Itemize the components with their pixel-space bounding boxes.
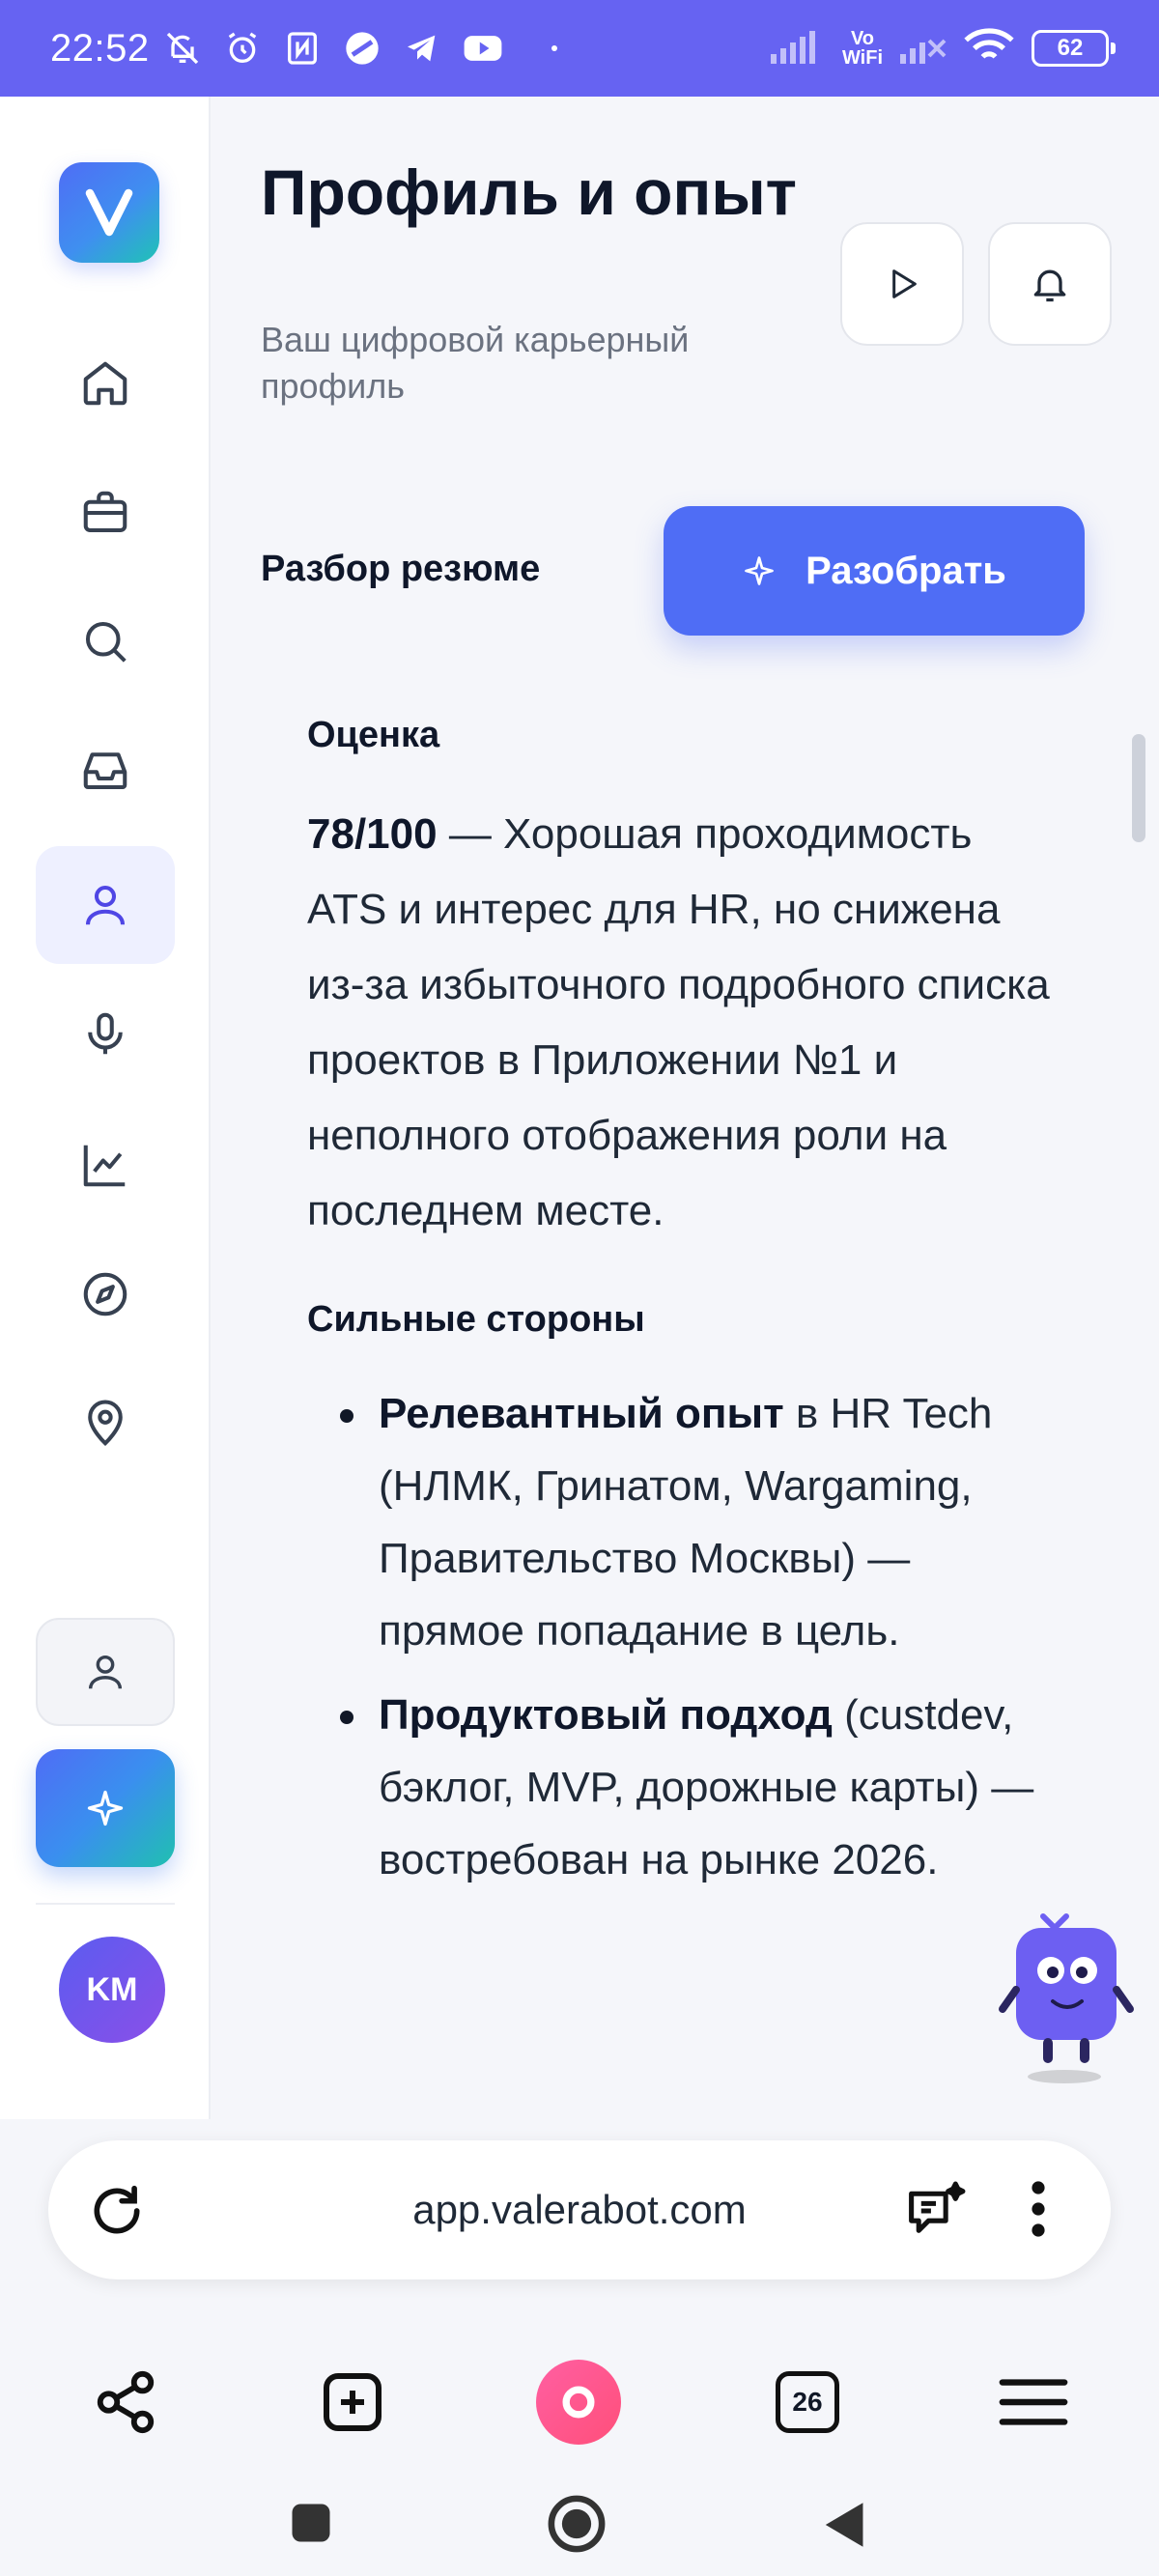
account-button[interactable] xyxy=(36,1618,175,1726)
battery-indicator: 62 xyxy=(1032,30,1116,67)
score-text: — Хорошая проходимость ATS и интерес для… xyxy=(307,810,1050,1234)
status-bar: 22:52 Vo WiFi 62 xyxy=(0,0,1159,97)
bell-icon xyxy=(1033,269,1066,302)
chart-line-icon xyxy=(83,1145,126,1187)
tabs-button[interactable]: 26 xyxy=(769,2349,846,2455)
sparkle-icon xyxy=(87,1790,124,1826)
logo-v-icon xyxy=(85,188,133,237)
score-heading: Оценка xyxy=(307,715,440,755)
analyze-button-label: Разобрать xyxy=(806,549,1006,592)
scrollbar[interactable] xyxy=(1132,734,1145,842)
play-icon xyxy=(892,269,917,298)
dot-icon xyxy=(551,45,557,51)
new-tab-icon[interactable] xyxy=(314,2349,391,2455)
resume-section-label: Разбор резюме xyxy=(261,549,541,589)
youtube-icon xyxy=(463,29,503,68)
sidebar-item-inbox[interactable] xyxy=(36,711,175,829)
strength-title: Релевантный опыт xyxy=(379,1390,784,1437)
page-subtitle: Ваш цифровой карьерный профиль xyxy=(261,320,690,406)
play-button[interactable] xyxy=(840,222,964,346)
main-content: Профиль и опыт Ваш цифровой карьерный пр… xyxy=(212,97,1159,2119)
wifi-icon xyxy=(964,27,1014,71)
back-icon[interactable] xyxy=(819,2498,867,2557)
sidebar-item-jobs[interactable] xyxy=(36,454,175,572)
share-icon[interactable] xyxy=(87,2349,164,2455)
sidebar-item-interview[interactable] xyxy=(36,976,175,1093)
reload-icon[interactable] xyxy=(87,2181,147,2246)
sidebar-item-home[interactable] xyxy=(36,325,175,442)
app-icon xyxy=(343,29,382,68)
mute-icon xyxy=(163,29,202,68)
home-icon xyxy=(83,361,127,406)
system-status: Vo WiFi 62 xyxy=(770,27,1116,71)
browser-bottom-bar: 26 xyxy=(0,2349,1159,2455)
user-icon xyxy=(88,1655,123,1689)
recent-apps-icon[interactable] xyxy=(286,2498,336,2553)
telegram-icon xyxy=(403,29,441,68)
system-nav-bar xyxy=(0,2478,1159,2575)
notifications-button[interactable] xyxy=(988,222,1112,346)
ai-assistant-button[interactable] xyxy=(36,1749,175,1867)
strengths-heading: Сильные стороны xyxy=(307,1299,645,1340)
app-logo[interactable] xyxy=(59,162,159,263)
compass-icon xyxy=(83,1272,127,1316)
sidebar-item-explore[interactable] xyxy=(36,1235,175,1353)
alice-button[interactable] xyxy=(536,2360,621,2445)
avatar[interactable]: KM xyxy=(59,1937,165,2043)
sidebar-item-location[interactable] xyxy=(36,1365,175,1483)
sidebar: KM xyxy=(0,97,211,2119)
tabs-count: 26 xyxy=(776,2371,839,2433)
page-title: Профиль и опыт xyxy=(261,156,798,228)
microphone-icon xyxy=(88,1012,123,1055)
briefcase-icon xyxy=(83,491,127,533)
nfc-icon xyxy=(283,29,322,68)
signal-icon xyxy=(770,29,825,69)
strength-title: Продуктовый подход xyxy=(379,1691,833,1739)
search-icon xyxy=(85,621,127,663)
signal-icon-2 xyxy=(900,29,947,69)
browser-toolbar: app.valerabot.com 26 xyxy=(0,2119,1159,2576)
list-item: Релевантный опыт в HR Tech (НЛМК, Гринат… xyxy=(307,1377,1060,1667)
score-paragraph: 78/100 — Хорошая проходимость ATS и инте… xyxy=(307,797,1060,1249)
vowifi-label: Vo WiFi xyxy=(841,28,883,69)
analyze-resume-button[interactable]: Разобрать xyxy=(664,506,1085,636)
home-nav-icon[interactable] xyxy=(545,2492,608,2561)
menu-icon[interactable] xyxy=(995,2349,1072,2455)
ai-chat-icon[interactable] xyxy=(904,2179,968,2248)
alarm-icon xyxy=(223,29,262,68)
status-time: 22:52 xyxy=(50,26,150,70)
resume-review: Оценка 78/100 — Хорошая проходимость ATS… xyxy=(307,715,1060,1908)
alice-assistant-icon[interactable] xyxy=(535,2349,622,2455)
robot-mascot-icon xyxy=(999,1913,1134,2083)
strengths-list: Релевантный опыт в HR Tech (НЛМК, Гринат… xyxy=(307,1377,1060,1896)
mascot-assistant[interactable] xyxy=(995,1893,1140,2086)
address-bar[interactable]: app.valerabot.com xyxy=(48,2140,1111,2279)
sidebar-divider xyxy=(36,1903,175,1905)
user-icon xyxy=(85,885,126,925)
list-item: Продуктовый подход (custdev, бэклог, MVP… xyxy=(307,1679,1060,1896)
more-vertical-icon[interactable] xyxy=(1024,2177,1053,2246)
sparkle-icon xyxy=(745,556,774,585)
sidebar-item-profile[interactable] xyxy=(36,846,175,964)
map-pin-icon xyxy=(88,1400,123,1447)
inbox-icon xyxy=(83,752,127,790)
sidebar-item-analytics[interactable] xyxy=(36,1106,175,1224)
sidebar-item-search[interactable] xyxy=(36,582,175,700)
score-value: 78/100 xyxy=(307,810,438,858)
notification-icons xyxy=(163,29,557,68)
